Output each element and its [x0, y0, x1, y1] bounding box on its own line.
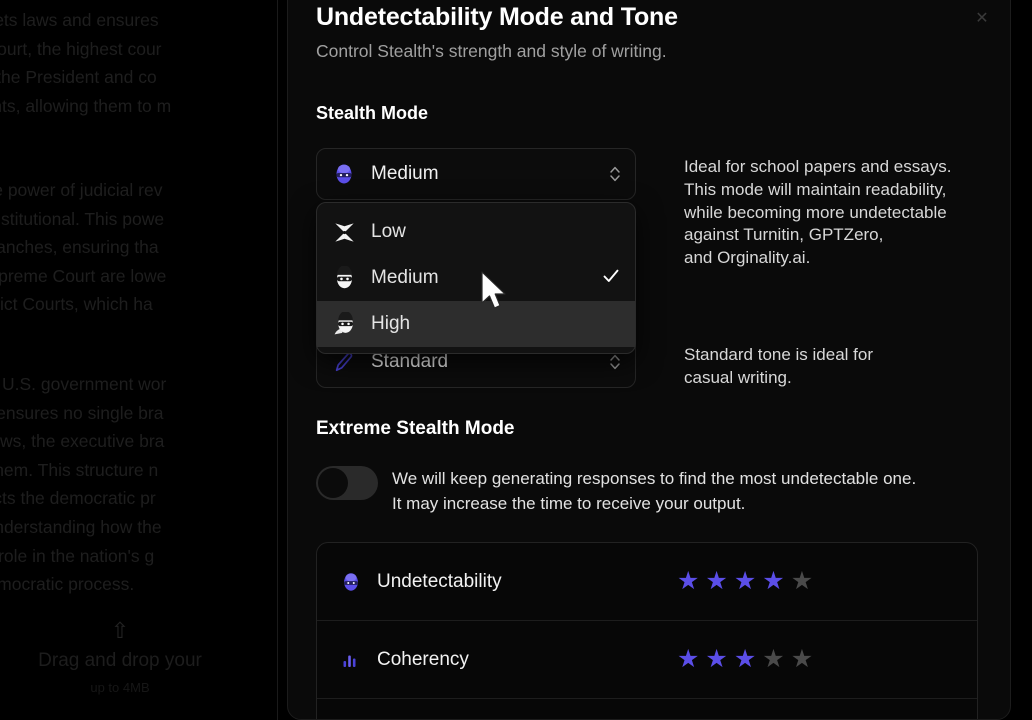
background-line: preme Court, the highest cour: [0, 38, 162, 59]
ninja-masked-icon: [331, 161, 357, 187]
chevron-up-down-icon: [609, 353, 621, 372]
extreme-stealth-mode-label: Extreme Stealth Mode: [316, 418, 515, 439]
star-filled: ★: [705, 567, 728, 595]
panel-divider: [277, 0, 278, 720]
background-line: n interprets laws and ensures: [0, 10, 159, 30]
star-empty: ★: [790, 567, 814, 595]
ratings-card: Undetectability ★ ★ ★ ★ ★ Coherency ★ ★ …: [316, 542, 978, 719]
toggle-knob: [318, 468, 348, 498]
ninja-stealth-icon: [331, 311, 357, 337]
star-empty: ★: [762, 645, 785, 673]
background-paragraph-1: n interprets laws and ensures preme Cour…: [0, 6, 300, 120]
background-line: ate their role in the nation's g: [0, 545, 155, 566]
ninja-face-icon: [331, 265, 357, 291]
stealth-mode-label: Stealth Mode: [316, 103, 429, 123]
chevron-up-down-icon: [609, 165, 621, 184]
background-line: es of the U.S. government wor: [0, 374, 167, 394]
background-line: and District Courts, which ha: [0, 294, 153, 315]
background-line: ces that ensures no single bra: [0, 402, 164, 423]
file-dropzone: ⇧ Drag and drop your up to 4MB: [0, 618, 300, 698]
rating-label: Coherency: [377, 648, 469, 670]
background-paragraph-3: es of the U.S. government wor ces that e…: [0, 370, 300, 599]
star-empty: ★: [790, 645, 814, 673]
stealth-mode-dropdown: Low Medium High: [316, 202, 636, 354]
extreme-stealth-toggle[interactable]: [316, 466, 378, 500]
stealth-mode-select[interactable]: Medium: [316, 148, 636, 200]
shuriken-icon: [331, 220, 357, 245]
background-line: so protects the democratic pr: [0, 488, 156, 509]
background-line: w the Supreme Court are lowe: [0, 265, 167, 286]
star-filled: ★: [762, 567, 785, 595]
background-line: erprets them. This structure n: [0, 459, 159, 480]
extreme-stealth-description: We will keep generating responses to fin…: [392, 469, 917, 513]
background-line: ns unconstitutional. This powe: [0, 208, 165, 229]
dropzone-hint: up to 4MB: [90, 680, 150, 695]
background-paragraph-2: rt has the power of judicial rev ns unco…: [0, 176, 300, 319]
star-filled: ★: [677, 645, 700, 673]
upload-icon: ⇧: [110, 618, 130, 643]
rating-stars-undetectability: ★ ★ ★ ★ ★: [677, 569, 813, 594]
star-filled: ★: [705, 645, 728, 673]
table-row: Undetectability ★ ★ ★ ★ ★: [317, 543, 977, 621]
table-row: Coherency ★ ★ ★ ★ ★: [317, 621, 977, 699]
dropdown-option-low[interactable]: Low: [317, 209, 635, 255]
background-line: in the democratic process.: [0, 574, 135, 595]
extreme-stealth-row: We will keep generating responses to fin…: [316, 466, 982, 516]
star-filled: ★: [677, 567, 700, 595]
dropdown-option-label: High: [371, 313, 411, 334]
close-icon[interactable]: ✕: [972, 9, 992, 29]
dropdown-option-medium[interactable]: Medium: [317, 255, 635, 301]
page-subtitle: Control Stealth's strength and style of …: [316, 41, 667, 61]
star-filled: ★: [733, 645, 757, 673]
bar-chart-icon: [339, 650, 363, 670]
dropdown-option-label: Low: [371, 221, 406, 242]
rating-label: Undetectability: [377, 570, 502, 592]
background-line: ed. By understanding how the: [0, 516, 162, 537]
background-line: pointments, allowing them to m: [0, 95, 172, 116]
check-icon: [601, 266, 621, 291]
stealth-mode-value: Medium: [371, 163, 439, 184]
dropdown-option-label: Medium: [371, 267, 439, 288]
background-line: inted by the President and co: [0, 67, 157, 88]
screen: n interprets laws and ensures preme Cour…: [0, 0, 1032, 720]
background-line: rt has the power of judicial rev: [0, 180, 163, 200]
rating-stars-coherency: ★ ★ ★ ★ ★: [677, 647, 813, 672]
star-filled: ★: [733, 567, 757, 595]
ninja-masked-icon: [339, 571, 363, 593]
background-line: makes laws, the executive bra: [0, 431, 165, 452]
page-title: Undetectability Mode and Tone: [316, 3, 678, 31]
tone-description: Standard tone is ideal for casual writin…: [684, 345, 874, 387]
controls-area: Medium Standard Ideal for school papers …: [316, 148, 982, 388]
background-editor-page: n interprets laws and ensures preme Cour…: [0, 0, 300, 720]
mode-description: Ideal for school papers and essays. This…: [684, 157, 952, 268]
dropzone-label: Drag and drop your: [38, 650, 202, 671]
undetectability-settings-modal: ✕ Undetectability Mode and Tone Control …: [287, 0, 1011, 720]
tone-value: Standard: [371, 351, 449, 372]
background-line: cutive branches, ensuring tha: [0, 237, 159, 258]
table-row: [317, 699, 977, 719]
dropdown-option-high[interactable]: High: [317, 301, 635, 347]
